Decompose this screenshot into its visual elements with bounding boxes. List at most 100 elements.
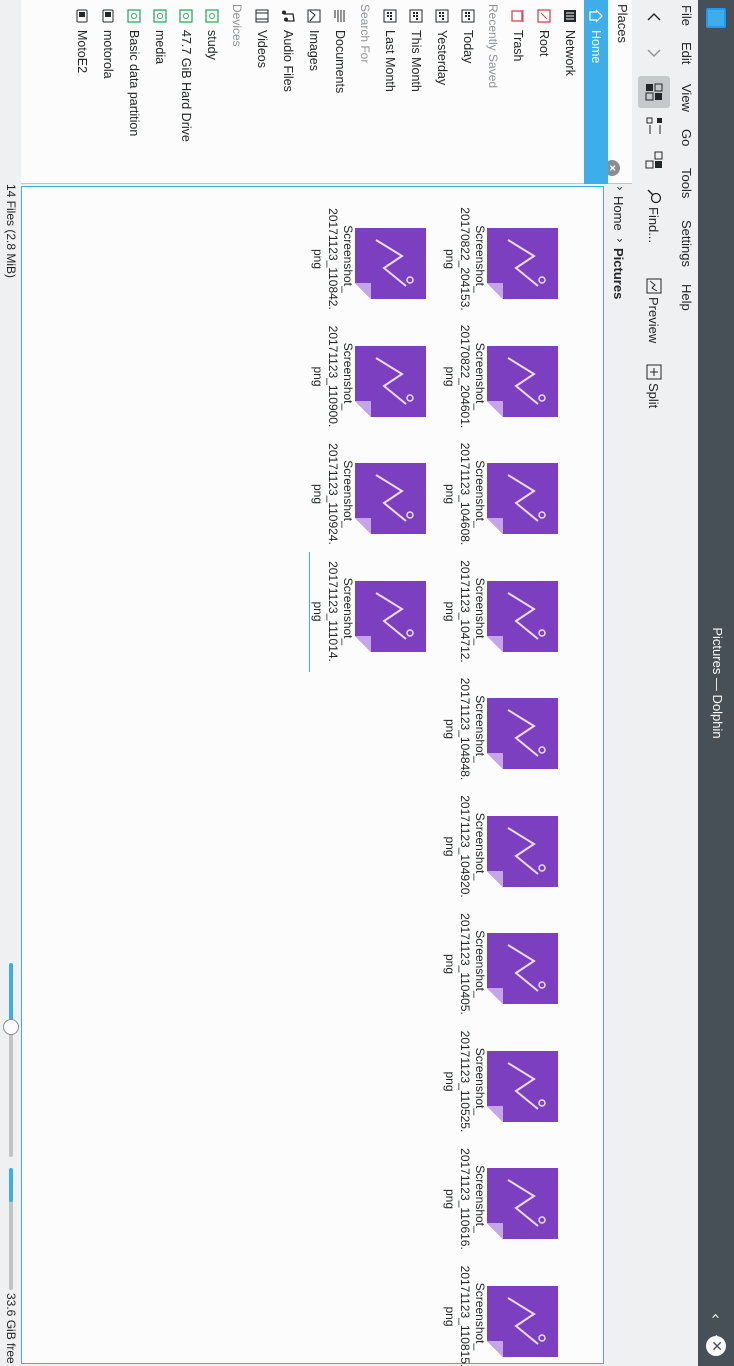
places-item-label: Last Month xyxy=(383,30,397,92)
breadcrumb-root-chevron-icon[interactable]: › xyxy=(613,186,627,191)
images-icon xyxy=(306,8,322,24)
minimize-icon[interactable]: ‹ xyxy=(706,1306,726,1326)
menu-edit[interactable]: Edit xyxy=(679,42,694,64)
compact-view-button[interactable] xyxy=(638,110,670,142)
places-item-label: Audio Files xyxy=(281,30,295,92)
menu-bar: File Edit View Go Tools Settings Help xyxy=(676,0,698,1366)
places-item-label: Images xyxy=(307,30,321,71)
calendar-icon xyxy=(382,8,398,24)
places-item-label: Yesterday xyxy=(435,30,449,86)
preview-icon xyxy=(646,278,662,294)
forward-button[interactable] xyxy=(638,36,670,68)
file-name: Screenshot_ 20171123_110842. png xyxy=(311,208,355,310)
places-item-this-month[interactable]: This Month xyxy=(404,0,428,184)
places-item-basic-data-partition[interactable]: Basic data partition xyxy=(122,0,146,184)
details-view-button[interactable] xyxy=(638,144,670,176)
places-group-title: Search For xyxy=(358,4,372,64)
split-button[interactable]: Split xyxy=(638,360,670,412)
places-item-videos[interactable]: Videos xyxy=(250,0,274,184)
image-file-icon xyxy=(355,463,426,534)
drive-icon xyxy=(178,8,194,24)
menu-help[interactable]: Help xyxy=(679,284,694,311)
menu-tools[interactable]: Tools xyxy=(679,168,694,198)
places-item-motorola[interactable]: motorola xyxy=(96,0,120,184)
places-item-media[interactable]: media xyxy=(148,0,172,184)
places-item-label: MotoE2 xyxy=(75,30,89,74)
places-item-documents[interactable]: Documents xyxy=(328,0,352,184)
places-item-motoe2[interactable]: MotoE2 xyxy=(70,0,94,184)
places-item-yesterday[interactable]: Yesterday xyxy=(430,0,454,184)
image-file-icon xyxy=(487,1050,558,1122)
file-name: Screenshot_ 20171123_110924. png xyxy=(311,443,355,545)
preview-button[interactable]: Preview xyxy=(638,274,670,347)
places-item-label: study xyxy=(205,30,219,60)
places-item-trash[interactable]: Trash xyxy=(506,0,530,184)
places-item-network[interactable]: Network xyxy=(558,0,582,184)
places-item-last-month[interactable]: Last Month xyxy=(378,0,402,184)
image-file-icon xyxy=(487,1285,558,1357)
places-item-root[interactable]: Root xyxy=(532,0,556,184)
details-view-icon xyxy=(645,151,663,169)
window-title: Pictures — Dolphin xyxy=(710,627,725,739)
find-button[interactable]: Find... xyxy=(638,184,670,247)
calendar-icon xyxy=(460,8,476,24)
file-item[interactable]: Screenshot_ 20171123_110405. png xyxy=(443,908,583,1020)
breadcrumb-home[interactable]: Home xyxy=(611,196,626,231)
image-file-icon xyxy=(487,580,558,652)
file-item[interactable]: Screenshot_ 20171123_110900. png xyxy=(311,321,451,433)
file-name: Screenshot_ 20171123_110405. png xyxy=(443,913,487,1015)
file-item[interactable]: Screenshot_ 20171123_104920. png xyxy=(443,791,583,903)
file-name: Screenshot_ 20171123_111014. png xyxy=(309,551,355,672)
places-item-label: Documents xyxy=(333,30,347,94)
file-item[interactable]: Screenshot_ 20171123_110815. png xyxy=(443,1261,583,1366)
file-item[interactable]: Screenshot_ 20171123_110616. png xyxy=(443,1143,583,1255)
menu-go[interactable]: Go xyxy=(679,129,694,146)
compact-view-icon xyxy=(646,117,662,134)
breadcrumb-separator-icon[interactable]: › xyxy=(613,238,627,243)
icons-view-button[interactable] xyxy=(638,76,670,108)
file-item[interactable]: Screenshot_ 20171123_111014. png xyxy=(309,551,451,672)
drive-icon xyxy=(204,8,220,24)
places-item-today[interactable]: Today xyxy=(456,0,480,184)
places-item-images[interactable]: Images xyxy=(302,0,326,184)
places-item-audio-files[interactable]: Audio Files xyxy=(276,0,300,184)
places-group-title: Devices xyxy=(230,4,244,47)
file-item[interactable]: Screenshot_ 20171123_110924. png xyxy=(311,438,451,550)
file-item[interactable]: Screenshot_ 20170822_204601. png xyxy=(443,321,583,433)
file-name: Screenshot_ 20171123_104848. png xyxy=(443,677,487,781)
places-item-home[interactable]: Home xyxy=(584,0,608,184)
main-toolbar: Find... Preview Split xyxy=(632,0,676,1366)
audio-icon xyxy=(280,8,296,24)
image-file-icon xyxy=(487,815,558,887)
back-button[interactable] xyxy=(638,2,670,34)
file-item[interactable]: Screenshot_ 20171123_104848. png xyxy=(443,673,583,785)
close-window-icon[interactable]: ✕ xyxy=(706,1336,726,1356)
split-label: Split xyxy=(646,383,662,409)
file-item[interactable]: Screenshot_ 20171123_110842. png xyxy=(311,203,451,315)
places-item-label: motorola xyxy=(101,30,115,79)
calendar-icon xyxy=(434,8,450,24)
places-item-label: Trash xyxy=(511,30,525,62)
breadcrumb-current[interactable]: Pictures xyxy=(611,248,626,299)
file-name: Screenshot_ 20171123_110900. png xyxy=(311,325,355,428)
places-item-study[interactable]: study xyxy=(200,0,224,184)
zoom-slider-handle[interactable] xyxy=(3,1019,19,1036)
menu-view[interactable]: View xyxy=(679,84,694,112)
places-item-label: Basic data partition xyxy=(127,30,141,137)
file-item[interactable]: Screenshot_ 20171123_104608. png xyxy=(443,438,583,550)
file-view[interactable]: Screenshot_ 20170822_204153. png Screensh… xyxy=(21,186,604,1366)
file-item[interactable]: Screenshot_ 20170822_204153. png xyxy=(443,203,583,315)
image-file-icon xyxy=(487,698,558,769)
root-icon xyxy=(536,8,552,24)
phone-icon xyxy=(74,8,90,24)
breadcrumb: › Home › Pictures xyxy=(607,186,631,1366)
menu-file[interactable]: File xyxy=(679,5,694,26)
file-name: Screenshot_ 20171123_110815. png xyxy=(443,1265,487,1366)
title-bar: Pictures — Dolphin ‹ ◇ ✕ xyxy=(698,0,734,1366)
places-item-label: 47.7 GiB Hard Drive xyxy=(179,30,193,142)
file-item[interactable]: Screenshot_ 20171123_104712. png xyxy=(443,556,583,668)
places-item-47-7-gib-hard-drive[interactable]: 47.7 GiB Hard Drive xyxy=(174,0,198,184)
menu-settings[interactable]: Settings xyxy=(679,220,694,267)
places-item-label: Root xyxy=(537,30,551,57)
file-item[interactable]: Screenshot_ 20171123_110525. png xyxy=(443,1026,583,1138)
